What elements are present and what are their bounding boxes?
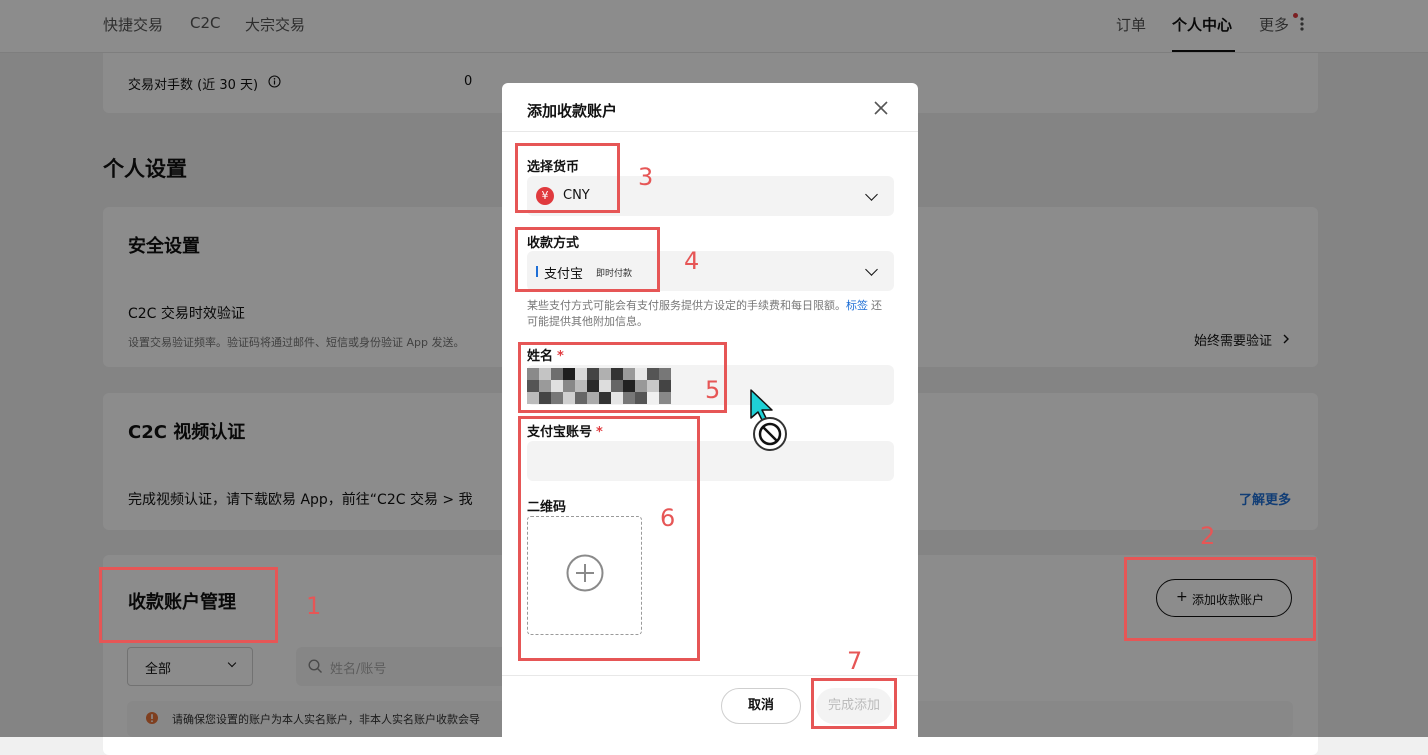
chevron-down-icon: [865, 263, 878, 276]
annotation-box-6: [518, 416, 700, 661]
annotation-number-2: 2: [1200, 522, 1216, 550]
annotation-box-5: [518, 342, 727, 413]
annotation-number-6: 6: [660, 504, 676, 532]
cursor-icon: [750, 389, 787, 451]
modal-footer-divider: [502, 675, 918, 676]
not-allowed-icon: [753, 417, 787, 451]
modal-header-divider: [502, 131, 918, 132]
chevron-down-icon: [865, 188, 878, 201]
annotation-number-7: 7: [847, 647, 863, 675]
annotation-box-4: [515, 227, 660, 292]
payment-method-hint: 某些支付方式可能会有支付服务提供方设定的手续费和每日限额。标签 还可能提供其他附加…: [527, 298, 890, 330]
annotation-number-5: 5: [705, 376, 721, 404]
modal-title: 添加收款账户: [527, 102, 618, 120]
annotation-number-4: 4: [684, 247, 700, 275]
tag-link[interactable]: 标签: [846, 299, 868, 312]
annotation-box-2: [1124, 557, 1316, 641]
annotation-number-3: 3: [638, 163, 654, 191]
annotation-box-1: [99, 567, 278, 643]
close-icon[interactable]: [873, 100, 889, 116]
cancel-button[interactable]: 取消: [721, 688, 801, 724]
annotation-number-1: 1: [306, 592, 322, 620]
hint-text-1: 某些支付方式可能会有支付服务提供方设定的手续费和每日限额。: [527, 299, 846, 312]
annotation-box-7: [811, 678, 897, 729]
annotation-box-3: [515, 143, 620, 213]
